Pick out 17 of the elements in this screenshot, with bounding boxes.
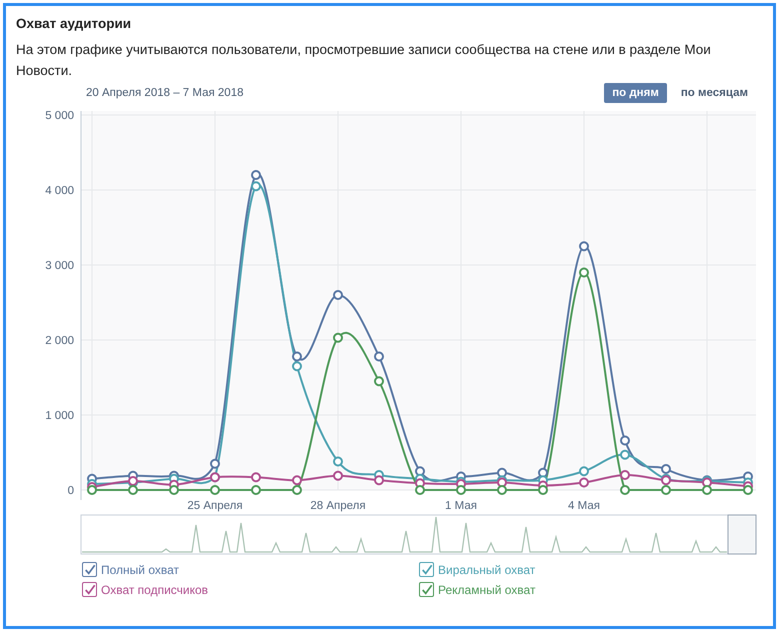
- y-axis-label: 0: [68, 485, 74, 497]
- y-axis-label: 5 000: [45, 110, 74, 122]
- legend-label: Виральный охват: [438, 562, 536, 576]
- legend-label: Охват подписчиков: [101, 582, 208, 596]
- x-axis-label: 4 Мая: [568, 500, 600, 512]
- description-text: На этом графике учитываются пользователи, просмотревшие записи сообщества на стене или в разделе Мои Новости.: [16, 41, 712, 80]
- section-title: Охват аудитории: [16, 16, 132, 31]
- x-axis-label: 25 Апреля: [187, 500, 243, 512]
- date-range: 20 Апреля 2018 – 7 Мая 2018: [86, 87, 244, 99]
- x-axis-label: 1 Мая: [445, 500, 477, 512]
- x-axis-label: 28 Апреля: [310, 500, 366, 512]
- legend-label: Полный охват: [101, 562, 180, 576]
- y-axis-label: 3 000: [45, 260, 74, 272]
- y-axis-label: 4 000: [45, 185, 74, 197]
- y-axis-label: 2 000: [45, 335, 74, 347]
- y-axis-label: 1 000: [45, 410, 74, 422]
- legend-label: Рекламный охват: [438, 582, 536, 596]
